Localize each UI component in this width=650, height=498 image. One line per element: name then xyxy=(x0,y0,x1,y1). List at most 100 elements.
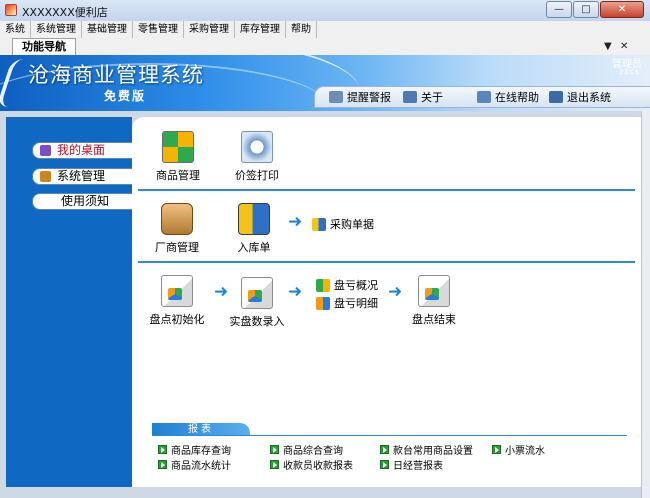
loss-overview-icon xyxy=(316,278,330,292)
report-arrow-icon xyxy=(270,460,279,469)
current-user-code: zzcs xyxy=(619,67,640,76)
section-divider xyxy=(138,261,635,263)
report-arrow-icon xyxy=(492,445,501,454)
online-help-label: 在线帮助 xyxy=(495,91,539,104)
close-button[interactable]: ✕ xyxy=(600,1,644,18)
section-divider xyxy=(138,189,635,191)
actual-count-entry-label: 实盘数录入 xyxy=(229,315,285,328)
about-label: 关于 xyxy=(421,91,443,104)
report-arrow-icon xyxy=(158,445,167,454)
actual-count-icon xyxy=(241,277,273,309)
maximize-button[interactable]: □ xyxy=(573,1,599,18)
price-tag-print-icon xyxy=(241,131,273,163)
report-link-receipt-flow[interactable]: 小票流水 xyxy=(492,442,545,457)
sidebar-item-usage-notice[interactable]: 使用须知 xyxy=(32,193,136,210)
menu-system[interactable]: 系统 xyxy=(0,21,31,38)
tab-dropdown-icon[interactable]: ▼ xyxy=(604,39,612,54)
report-arrow-icon xyxy=(380,460,389,469)
alarm-clock-icon xyxy=(329,91,343,103)
inventory-init-icon xyxy=(161,275,193,307)
report-link-counter-common-goods-settings[interactable]: 款台常用商品设置 xyxy=(380,442,473,457)
inventory-end-label: 盘点结束 xyxy=(412,313,456,326)
price-tag-print-button[interactable]: 价签打印 xyxy=(230,131,284,183)
report-arrow-icon xyxy=(158,460,167,469)
about-icon xyxy=(403,91,417,103)
tab-strip: 功能导航 ▼ ✕ xyxy=(0,38,650,56)
menu-stock-management[interactable]: 库存管理 xyxy=(235,21,286,38)
menu-basic-management[interactable]: 基础管理 xyxy=(82,21,133,38)
sidebar-item-label: 我的桌面 xyxy=(57,143,106,157)
tab-function-navigation[interactable]: 功能导航 xyxy=(12,38,76,55)
inventory-end-icon xyxy=(418,275,450,307)
inventory-init-label: 盘点初始化 xyxy=(149,313,205,326)
alarm-button[interactable]: 提醒警报 xyxy=(329,89,391,105)
sidebar: 我的桌面 系统管理 使用须知 xyxy=(6,117,136,487)
purchase-documents-link[interactable]: 采购单据 xyxy=(312,216,374,232)
exit-system-button[interactable]: 退出系统 xyxy=(549,89,611,105)
report-link-label: 日经营报表 xyxy=(393,461,443,472)
stock-in-order-label: 入库单 xyxy=(237,241,271,254)
report-link-daily-operation-report[interactable]: 日经营报表 xyxy=(380,457,443,472)
sidebar-item-label: 使用须知 xyxy=(61,194,110,208)
report-link-label: 收款员收款报表 xyxy=(283,461,353,472)
vendor-icon xyxy=(161,203,193,235)
goods-management-label: 商品管理 xyxy=(156,169,200,182)
menu-help[interactable]: 帮助 xyxy=(286,21,317,38)
exit-system-label: 退出系统 xyxy=(567,91,611,104)
flow-arrow-icon: ➜ xyxy=(388,282,403,302)
app-title: 沧海商业管理系统 xyxy=(28,63,204,87)
stock-in-order-button[interactable]: 入库单 xyxy=(230,203,278,255)
purchase-documents-label: 采购单据 xyxy=(330,218,374,231)
help-icon xyxy=(477,91,491,103)
report-link-cashier-collection-report[interactable]: 收款员收款报表 xyxy=(270,457,353,472)
stock-in-truck-icon xyxy=(238,203,270,235)
loss-detail-icon xyxy=(316,296,330,310)
report-link-goods-flow-statistics[interactable]: 商品流水统计 xyxy=(158,457,231,472)
report-link-label: 款台常用商品设置 xyxy=(393,446,473,457)
menu-bar: 系统 系统管理 基础管理 零售管理 采购管理 库存管理 帮助 xyxy=(0,21,650,39)
report-link-goods-stock-query[interactable]: 商品库存查询 xyxy=(158,442,231,457)
sidebar-item-label: 系统管理 xyxy=(57,169,106,183)
menu-system-management[interactable]: 系统管理 xyxy=(31,21,82,38)
menu-retail-management[interactable]: 零售管理 xyxy=(133,21,184,38)
loss-overview-link[interactable]: 盘亏概况 xyxy=(316,277,378,293)
price-tag-print-label: 价签打印 xyxy=(235,169,279,182)
goods-management-button[interactable]: 商品管理 xyxy=(154,131,202,183)
window-controls: — □ ✕ xyxy=(545,1,644,18)
flow-arrow-icon: ➜ xyxy=(288,212,303,232)
sidebar-item-system-management[interactable]: 系统管理 xyxy=(32,168,136,185)
inventory-end-button[interactable]: 盘点结束 xyxy=(406,275,462,327)
goods-icon xyxy=(162,131,194,163)
report-link-label: 商品综合查询 xyxy=(283,446,343,457)
vendor-management-label: 厂商管理 xyxy=(155,241,199,254)
purchase-documents-icon xyxy=(312,217,326,231)
about-button[interactable]: 关于 xyxy=(403,89,443,105)
loss-overview-label: 盘亏概况 xyxy=(334,279,378,292)
report-link-label: 商品流水统计 xyxy=(171,461,231,472)
top-navigation: 提醒警报 关于 在线帮助 退出系统 xyxy=(314,86,650,108)
minimize-button[interactable]: — xyxy=(546,1,572,18)
vertical-scrollbar[interactable] xyxy=(641,111,650,498)
actual-count-entry-button[interactable]: 实盘数录入 xyxy=(226,277,288,329)
flow-arrow-icon: ➜ xyxy=(288,282,303,302)
report-link-goods-comprehensive-query[interactable]: 商品综合查询 xyxy=(270,442,343,457)
window-title: XXXXXXX便利店 xyxy=(22,6,108,19)
app-edition: 免费版 xyxy=(104,89,147,103)
desktop-icon xyxy=(40,145,51,156)
report-link-label: 小票流水 xyxy=(505,446,545,457)
alarm-label: 提醒警报 xyxy=(347,91,391,104)
reports-divider xyxy=(152,435,627,436)
app-logo-icon xyxy=(5,4,17,16)
system-icon xyxy=(40,171,51,182)
loss-detail-label: 盘亏明细 xyxy=(334,297,378,310)
report-link-label: 商品库存查询 xyxy=(171,446,231,457)
vendor-management-button[interactable]: 厂商管理 xyxy=(152,203,202,255)
report-arrow-icon xyxy=(270,445,279,454)
inventory-init-button[interactable]: 盘点初始化 xyxy=(146,275,208,327)
report-arrow-icon xyxy=(380,445,389,454)
sidebar-item-my-desktop[interactable]: 我的桌面 xyxy=(32,142,136,159)
online-help-button[interactable]: 在线帮助 xyxy=(477,89,539,105)
tab-close-icon[interactable]: ✕ xyxy=(620,39,628,54)
loss-detail-link[interactable]: 盘亏明细 xyxy=(316,295,378,311)
menu-purchase-management[interactable]: 采购管理 xyxy=(184,21,235,38)
